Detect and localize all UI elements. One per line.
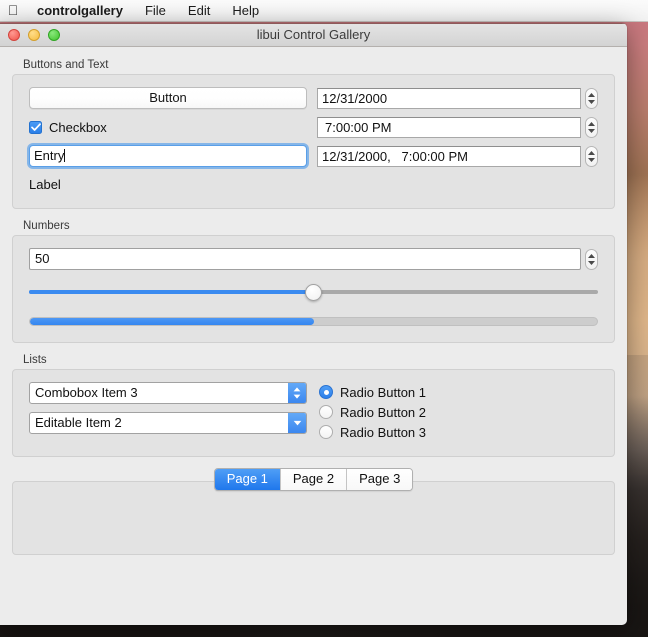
row-checkbox-time: Checkbox 7:00:00 PM: [29, 116, 598, 138]
checkmark-icon[interactable]: [29, 120, 42, 134]
slider-row: [29, 279, 598, 305]
text-entry-field[interactable]: Entry: [29, 145, 307, 167]
label-cell: Label: [29, 174, 307, 196]
chevron-up-icon[interactable]: [588, 92, 595, 97]
chevron-down-icon[interactable]: [588, 128, 595, 133]
group-title-numbers: Numbers: [23, 220, 70, 232]
checkbox-label: Checkbox: [49, 119, 107, 135]
radio-dot: [323, 389, 329, 395]
time-picker-cell: 7:00:00 PM: [317, 116, 598, 138]
combobox[interactable]: Combobox Item 3: [29, 382, 307, 404]
chevron-up-icon[interactable]: [588, 121, 595, 126]
group-body-buttons-and-text: Button 12/31/2000 Checkbox 7:00:00 PM En…: [12, 74, 615, 209]
chevron-down-icon[interactable]: [588, 157, 595, 162]
menu-item-file[interactable]: File: [134, 1, 177, 21]
tab-page-2[interactable]: Page 2: [280, 469, 348, 490]
editable-combobox-arrow[interactable]: [288, 413, 306, 433]
window-content: Buttons and Text Button 12/31/2000 Check…: [0, 47, 627, 625]
group-title-buttons-and-text: Buttons and Text: [23, 59, 109, 71]
chevron-up-icon[interactable]: [588, 150, 595, 155]
chevron-down-icon: [293, 420, 302, 426]
spinbox-input[interactable]: 50: [29, 248, 581, 270]
radio-button-1-label: Radio Button 1: [340, 384, 427, 400]
datetime-picker-input[interactable]: 12/31/2000, 7:00:00 PM: [317, 145, 581, 167]
checkbox-cell: Checkbox: [29, 116, 307, 138]
datetime-picker-stepper[interactable]: [585, 145, 598, 167]
entry-cell: Entry: [29, 145, 307, 167]
gallery-button[interactable]: Button: [29, 87, 307, 109]
chevron-down-icon: [293, 394, 301, 399]
editable-combobox[interactable]: Editable Item 2: [29, 412, 307, 434]
spinbox-row: 50: [29, 248, 598, 270]
radio-unselected-icon[interactable]: [319, 405, 333, 419]
progressbar-row: [29, 312, 598, 330]
group-body-numbers: 50: [12, 235, 615, 343]
slider-fill: [29, 290, 314, 294]
slider[interactable]: [29, 283, 598, 301]
radio-button-3[interactable]: Radio Button 3: [319, 422, 426, 442]
date-picker-stepper[interactable]: [585, 87, 598, 109]
radio-unselected-icon[interactable]: [319, 425, 333, 439]
time-picker-input[interactable]: 7:00:00 PM: [317, 116, 581, 138]
traffic-light-group: [0, 29, 60, 41]
date-picker-input[interactable]: 12/31/2000: [317, 87, 581, 109]
combobox-arrows[interactable]: [288, 383, 306, 403]
datetime-picker-cell: 12/31/2000, 7:00:00 PM: [317, 145, 598, 167]
entry-value: Entry: [34, 148, 65, 163]
menu-bar:  controlgallery File Edit Help: [0, 0, 648, 22]
minimize-icon[interactable]: [28, 29, 40, 41]
tab-panel-content: [12, 481, 615, 555]
progress-bar: [29, 316, 598, 326]
group-title-lists: Lists: [23, 354, 47, 366]
window-titlebar[interactable]: libui Control Gallery: [0, 23, 627, 47]
radio-button-3-label: Radio Button 3: [340, 424, 427, 440]
tab-page-3[interactable]: Page 3: [347, 469, 413, 490]
row-entry-datetime: Entry 12/31/2000, 7:00:00 PM: [29, 145, 598, 167]
tab-page-1[interactable]: Page 1: [214, 469, 281, 490]
close-icon[interactable]: [8, 29, 20, 41]
menu-app-name[interactable]: controlgallery: [26, 1, 134, 21]
radio-button-1[interactable]: Radio Button 1: [319, 382, 426, 402]
apple-logo-icon[interactable]: : [0, 3, 26, 19]
combobox-column: Combobox Item 3 Editable Item 2: [29, 382, 307, 442]
group-body-lists: Combobox Item 3 Editable Item 2 Radio Bu…: [12, 369, 615, 457]
tab-strip: Page 1 Page 2 Page 3: [12, 468, 615, 491]
radio-selected-icon[interactable]: [319, 385, 333, 399]
row-label: Label: [29, 174, 598, 196]
time-picker-stepper[interactable]: [585, 116, 598, 138]
menu-item-edit[interactable]: Edit: [177, 1, 221, 21]
chevron-up-icon[interactable]: [588, 253, 595, 258]
editable-combobox-value[interactable]: Editable Item 2: [30, 413, 288, 433]
row-button-date: Button 12/31/2000: [29, 87, 598, 109]
group-numbers: Numbers 50: [12, 220, 615, 343]
group-lists: Lists Combobox Item 3 Editable Item 2 Ra…: [12, 354, 615, 457]
radio-button-2-label: Radio Button 2: [340, 404, 427, 420]
chevron-down-icon[interactable]: [588, 260, 595, 265]
button-cell: Button: [29, 87, 307, 109]
lists-layout: Combobox Item 3 Editable Item 2 Radio Bu…: [29, 382, 598, 442]
combobox-value: Combobox Item 3: [35, 385, 138, 400]
gallery-checkbox[interactable]: Checkbox: [29, 116, 307, 138]
chevron-down-icon[interactable]: [588, 99, 595, 104]
app-window: libui Control Gallery Buttons and Text B…: [0, 23, 627, 625]
tab-control: Page 1 Page 2 Page 3: [12, 468, 615, 555]
maximize-icon[interactable]: [48, 29, 60, 41]
radio-button-group: Radio Button 1 Radio Button 2 Radio Butt…: [319, 382, 426, 442]
radio-button-2[interactable]: Radio Button 2: [319, 402, 426, 422]
date-picker-cell: 12/31/2000: [317, 87, 598, 109]
static-text-label: Label: [29, 177, 61, 192]
menu-item-help[interactable]: Help: [221, 1, 270, 21]
progress-bar-fill: [30, 317, 314, 325]
group-buttons-and-text: Buttons and Text Button 12/31/2000 Check…: [12, 59, 615, 209]
spinbox-stepper[interactable]: [585, 248, 598, 270]
tab-list: Page 1 Page 2 Page 3: [213, 468, 414, 491]
slider-thumb[interactable]: [305, 283, 322, 301]
window-title: libui Control Gallery: [256, 27, 371, 42]
text-caret: [64, 149, 66, 162]
chevron-up-icon: [293, 387, 301, 392]
